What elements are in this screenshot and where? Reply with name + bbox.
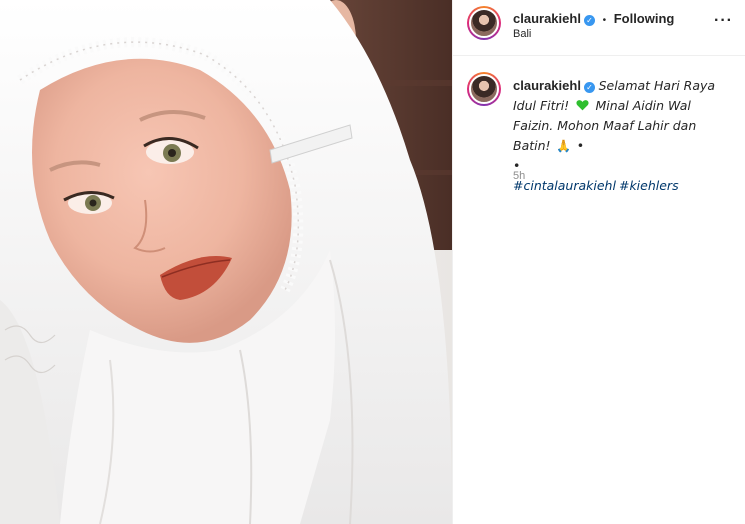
hashtag-list: #cintalaurakiehl #kiehlers <box>513 178 682 193</box>
author-line: claurakiehl ✓ • Following <box>513 11 674 26</box>
post-photo[interactable] <box>0 0 452 524</box>
green-heart-icon <box>576 100 589 111</box>
hashtag-link[interactable]: #cintalaurakiehl <box>513 178 616 193</box>
caption-avatar[interactable] <box>467 72 501 106</box>
author-avatar[interactable] <box>467 6 501 40</box>
author-username[interactable]: claurakiehl <box>513 11 581 26</box>
following-button[interactable]: Following <box>614 11 675 26</box>
caption-username[interactable]: claurakiehl <box>513 78 581 93</box>
caption-bullet: • <box>576 138 585 153</box>
post-side-panel: claurakiehl ✓ • Following Bali ··· claura… <box>452 0 745 524</box>
hashtag-link[interactable]: #kiehlers <box>619 178 679 193</box>
verified-badge-icon: ✓ <box>583 82 595 93</box>
portrait-image <box>0 0 452 524</box>
pray-emoji-icon: 🙏 <box>556 139 572 153</box>
post-header: claurakiehl ✓ • Following Bali ··· <box>453 0 745 56</box>
verified-badge-icon: ✓ <box>583 15 595 26</box>
more-options-icon[interactable]: ··· <box>714 12 733 30</box>
caption-text: claurakiehl ✓ Selamat Hari Raya Idul Fitr… <box>513 76 735 196</box>
post-timestamp[interactable]: 5h <box>513 170 525 182</box>
post-location[interactable]: Bali <box>513 28 531 40</box>
separator-dot: • <box>602 15 607 26</box>
